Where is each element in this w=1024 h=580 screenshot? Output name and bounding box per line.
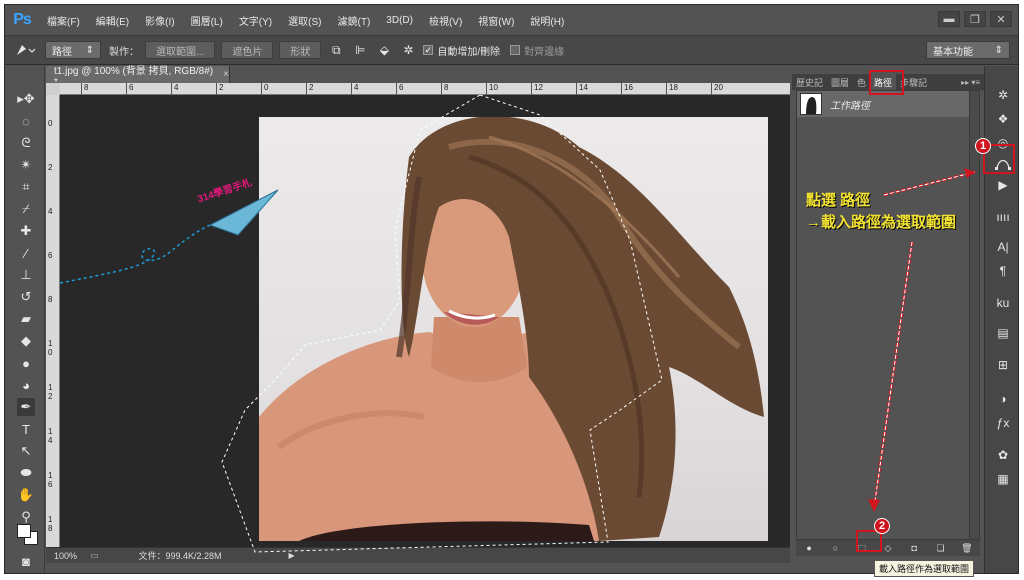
path-selection-outline xyxy=(221,94,663,553)
instruction-line-2: →載入路徑為選取範圍 xyxy=(806,214,957,231)
flight-path-decoration xyxy=(59,221,221,284)
instruction-text: 點選 路徑 →載入路徑為選取範圍 xyxy=(806,190,956,234)
instruction-line-1: 點選 路徑 xyxy=(806,192,871,209)
step-badge-1: 1 xyxy=(975,138,991,154)
load-selection-tooltip: 載入路徑作為選取範圍 xyxy=(874,560,975,577)
highlight-paths-tab xyxy=(869,70,904,95)
step-badge-2: 2 xyxy=(874,518,890,534)
